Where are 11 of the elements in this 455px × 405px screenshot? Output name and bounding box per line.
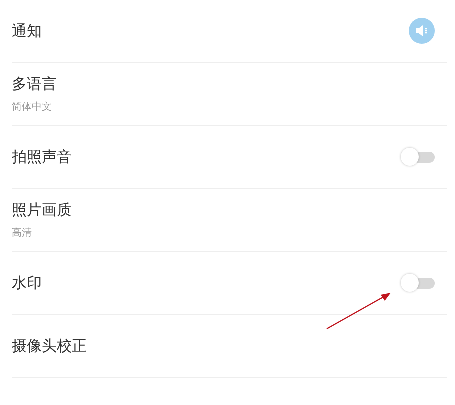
speaker-icon[interactable] <box>409 18 435 44</box>
setting-label: 多语言 <box>12 74 57 94</box>
toggle-switch[interactable] <box>401 148 435 166</box>
toggle-switch[interactable] <box>401 274 435 292</box>
setting-label: 拍照声音 <box>12 148 72 166</box>
setting-label: 通知 <box>12 22 42 40</box>
setting-value: 简体中文 <box>12 100 53 114</box>
setting-label: 摄像头校正 <box>12 336 87 356</box>
setting-label: 照片画质 <box>12 200 72 220</box>
setting-label: 水印 <box>12 274 42 292</box>
setting-value: 高清 <box>12 226 33 240</box>
